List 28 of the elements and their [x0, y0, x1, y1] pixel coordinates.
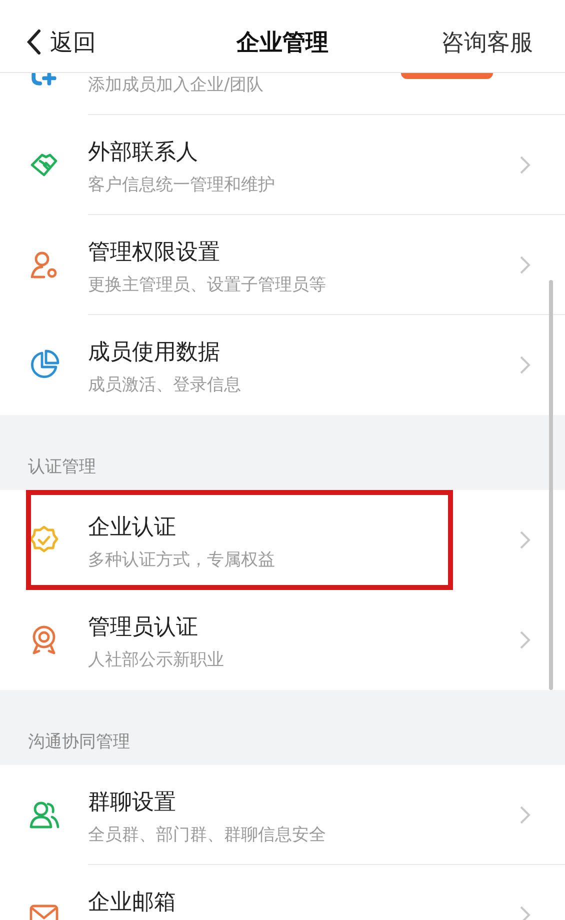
back-button[interactable]: 返回: [26, 26, 96, 58]
item-subtitle: 人社部公示新职业: [88, 649, 224, 671]
section-header: 认证管理: [28, 456, 96, 478]
chevron-right-icon: [519, 155, 531, 175]
chevron-right-icon: [519, 805, 531, 825]
chevron-right-icon: [519, 905, 531, 920]
item-title: 成员使用数据: [88, 339, 220, 367]
chevron-right-icon: [519, 355, 531, 375]
item-title: 管理员认证: [88, 614, 198, 642]
chevron-left-icon: [26, 28, 42, 56]
page-title: 企业管理: [236, 30, 328, 56]
item-title: 群聊设置: [88, 789, 176, 817]
item-subtitle: 客户信息统一管理和维护: [88, 174, 275, 196]
chevron-right-icon: [519, 630, 531, 650]
item-subtitle: 多种认证方式，专属权益: [88, 549, 275, 571]
customer-service-link[interactable]: 咨询客服: [441, 26, 533, 58]
section-header: 沟通协同管理: [28, 731, 130, 753]
action-button[interactable]: [401, 73, 493, 79]
item-title: 企业认证: [88, 514, 176, 542]
item-subtitle: 更换主管理员、设置子管理员等: [88, 274, 326, 296]
chevron-right-icon: [519, 530, 531, 550]
item-title: 企业邮箱: [88, 889, 176, 917]
item-subtitle: 成员激活、登录信息: [88, 374, 241, 396]
item-title: 外部联系人: [88, 139, 198, 167]
item-title: 管理权限设置: [88, 239, 220, 267]
chevron-right-icon: [519, 255, 531, 275]
item-subtitle: 全员群、部门群、群聊信息安全: [88, 824, 326, 846]
item-subtitle: 添加成员加入企业/团队: [88, 74, 264, 96]
